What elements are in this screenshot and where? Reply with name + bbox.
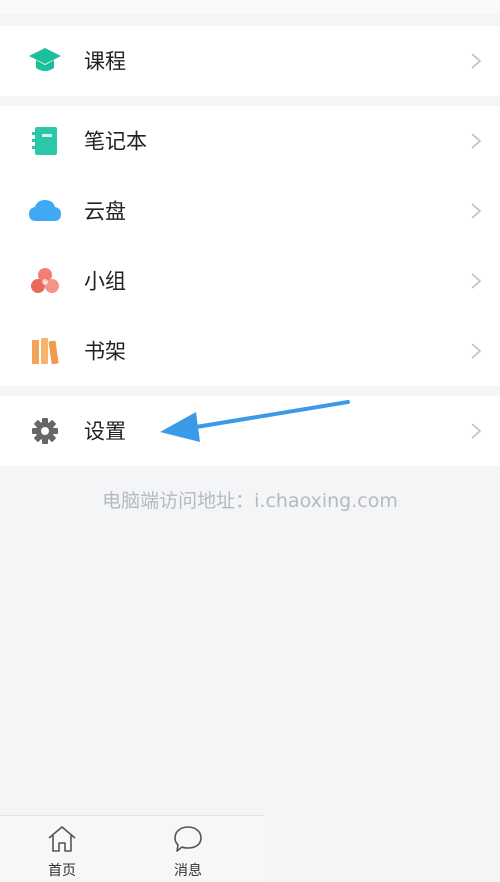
- books-icon: [28, 334, 62, 368]
- menu-item-settings[interactable]: 设置: [0, 396, 500, 466]
- gear-icon: [28, 414, 62, 448]
- chevron-right-icon: [470, 422, 482, 440]
- group-circles-icon: [28, 264, 62, 298]
- chevron-right-icon: [470, 52, 482, 70]
- menu-label-notebook: 笔记本: [84, 129, 147, 154]
- menu-label-group: 小组: [84, 269, 126, 294]
- tab-home[interactable]: 首页: [32, 824, 92, 880]
- top-strip: [0, 0, 500, 14]
- menu-item-notebook[interactable]: 笔记本: [0, 106, 500, 176]
- menu-item-bookshelf[interactable]: 书架: [0, 316, 500, 386]
- menu-label-course: 课程: [84, 49, 126, 74]
- tab-label-home: 首页: [48, 863, 76, 879]
- chat-bubble-icon: [172, 824, 204, 858]
- menu-item-group[interactable]: 小组: [0, 246, 500, 316]
- chevron-right-icon: [470, 272, 482, 290]
- menu-group-settings: 设置: [0, 396, 500, 466]
- notebook-icon: [28, 124, 62, 158]
- graduation-cap-icon: [28, 44, 62, 78]
- menu-item-course[interactable]: 课程: [0, 26, 500, 96]
- home-icon: [46, 824, 78, 858]
- tab-label-messages: 消息: [174, 863, 202, 879]
- chevron-right-icon: [470, 202, 482, 220]
- menu-label-cloud: 云盘: [84, 199, 126, 224]
- cloud-icon: [28, 194, 62, 228]
- chevron-right-icon: [470, 342, 482, 360]
- menu-group-course: 课程: [0, 26, 500, 96]
- menu-group-tools: 笔记本 云盘 小组 书架: [0, 106, 500, 386]
- tab-messages[interactable]: 消息: [158, 824, 218, 880]
- menu-label-settings: 设置: [84, 419, 126, 444]
- bottom-tab-bar: 首页 消息: [0, 815, 264, 882]
- pc-access-note: 电脑端访问地址：i.chaoxing.com: [102, 490, 398, 512]
- menu-item-cloud[interactable]: 云盘: [0, 176, 500, 246]
- menu-label-bookshelf: 书架: [84, 339, 126, 364]
- chevron-right-icon: [470, 132, 482, 150]
